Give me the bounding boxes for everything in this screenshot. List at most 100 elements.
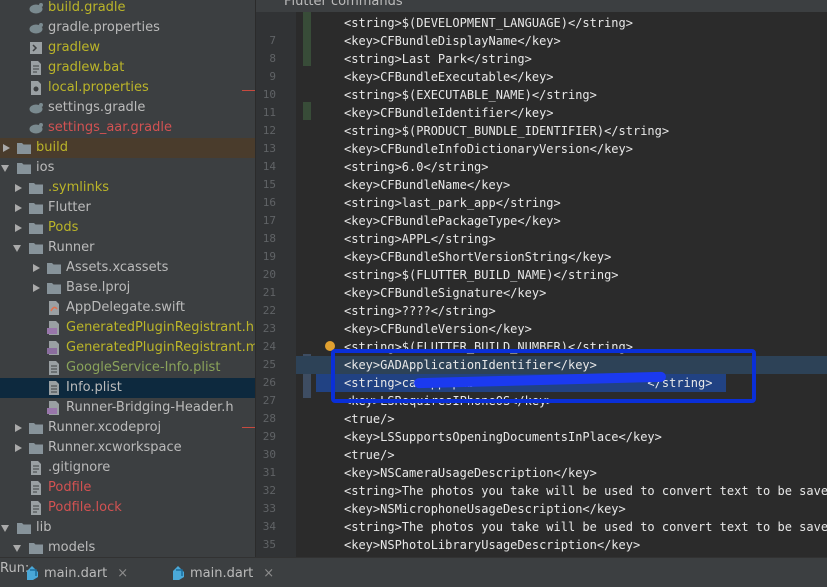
code-line[interactable]: <string>$(PRODUCT_BUNDLE_IDENTIFIER)</st… <box>344 122 669 140</box>
close-icon[interactable]: × <box>263 566 274 581</box>
code-line[interactable]: <key>LSSupportsOpeningDocumentsInPlace</… <box>344 428 662 446</box>
code-line[interactable]: <string>????</string> <box>344 302 496 320</box>
tree-item[interactable]: Podfile.lock <box>0 498 255 518</box>
code-line[interactable]: <key>CFBundleName</key> <box>344 176 510 194</box>
tree-item[interactable]: lib <box>0 518 255 538</box>
tree-item[interactable]: Runner <box>0 238 255 258</box>
chevron-down-icon[interactable] <box>12 242 24 254</box>
code-line[interactable]: <key>CFBundleExecutable</key> <box>344 68 554 86</box>
code-line[interactable]: <key>CFBundleIdentifier</key> <box>344 104 554 122</box>
run-tab-main-dart-1[interactable]: main.dart × <box>24 558 128 587</box>
tree-item[interactable]: Base.lproj <box>0 278 255 298</box>
code-line[interactable]: <string>$(FLUTTER_BUILD_NAME)</string> <box>344 266 619 284</box>
tree-item-label: gradlew <box>48 40 101 55</box>
chevron-right-icon[interactable] <box>12 422 24 434</box>
tree-item[interactable]: GeneratedPluginRegistrant.m <box>0 338 255 358</box>
code-line[interactable]: <string>The photos you take will be used… <box>344 518 827 536</box>
tree-item[interactable]: gradlew <box>0 38 255 58</box>
change-marker <box>242 427 255 428</box>
code-line[interactable]: <string>last_park_app</string> <box>344 194 561 212</box>
vcs-change-marker <box>303 12 311 66</box>
tree-item[interactable]: local.properties <box>0 78 255 98</box>
tree-item[interactable]: Pods <box>0 218 255 238</box>
text-file-icon <box>28 461 44 475</box>
code-line[interactable]: <key>CFBundleVersion</key> <box>344 320 532 338</box>
code-line[interactable]: <key>NSPhotoLibraryUsageDescription</key… <box>344 536 640 554</box>
code-editor[interactable]: Flutter commands 7 8 9 10 11 12 13 14 15 16 17 18 19… <box>256 0 827 557</box>
code-line[interactable]: <string>$(DEVELOPMENT_LANGUAGE)</string> <box>344 14 633 32</box>
chevron-down-icon[interactable] <box>0 522 12 534</box>
code-line[interactable]: <string>Last Park</string> <box>344 50 532 68</box>
code-line[interactable]: <string>6.0</string> <box>344 158 489 176</box>
run-tab-main-dart-2[interactable]: main.dart × <box>170 558 274 587</box>
run-tab-label: main.dart <box>190 565 254 581</box>
chevron-right-icon[interactable] <box>12 202 24 214</box>
close-icon[interactable]: × <box>117 566 128 581</box>
tree-item-label: Podfile <box>48 480 92 495</box>
line-number: 9 <box>269 70 276 83</box>
tree-item[interactable]: Runner.xcworkspace <box>0 438 255 458</box>
flutter-commands-label[interactable]: Flutter commands <box>284 0 403 9</box>
tree-item[interactable]: Runner.xcodeproj <box>0 418 255 438</box>
code-line[interactable]: <string>$(EXECUTABLE_NAME)</string> <box>344 86 597 104</box>
code-line[interactable]: <key>NSCameraUsageDescription</key> <box>344 464 597 482</box>
line-number: 18 <box>262 232 276 245</box>
tree-item[interactable]: settings.gradle <box>0 98 255 118</box>
tree-item[interactable]: GeneratedPluginRegistrant.h <box>0 318 255 338</box>
tree-item-label: settings_aar.gradle <box>48 120 172 135</box>
gradle-icon <box>28 101 44 115</box>
code-line[interactable]: <key>CFBundleDisplayName</key> <box>344 32 561 50</box>
tree-item[interactable]: Info.plist <box>0 378 255 398</box>
tree-item[interactable]: ios <box>0 158 255 178</box>
folder-icon <box>46 281 62 295</box>
code-line[interactable]: <string>APPL</string> <box>344 230 496 248</box>
tree-item[interactable]: GoogleService-Info.plist <box>0 358 255 378</box>
tree-item[interactable]: Assets.xcassets <box>0 258 255 278</box>
code-line[interactable]: <true/> <box>344 446 395 464</box>
tree-item-label: Runner.xcworkspace <box>48 440 182 455</box>
code-line[interactable]: <string>The photos you take will be used… <box>344 482 827 500</box>
tree-item[interactable]: .gitignore <box>0 458 255 478</box>
line-number: 11 <box>262 106 276 119</box>
tree-item[interactable]: gradle.properties <box>0 18 255 38</box>
chevron-right-icon[interactable] <box>0 142 12 154</box>
chevron-right-icon[interactable] <box>30 262 42 274</box>
tree-item[interactable]: build.gradle <box>0 0 255 18</box>
code-line[interactable]: <key>CFBundleShortVersionString</key> <box>344 248 611 266</box>
folder-icon <box>16 141 32 155</box>
code-line[interactable]: <key>CFBundlePackageType</key> <box>344 212 561 230</box>
code-line[interactable]: <true/> <box>344 410 395 428</box>
chevron-right-icon[interactable] <box>12 442 24 454</box>
tree-item[interactable]: models <box>0 538 255 557</box>
tree-item[interactable]: settings_aar.gradle <box>0 118 255 138</box>
tree-item-label: models <box>48 540 96 555</box>
tree-item[interactable]: build <box>0 138 255 158</box>
chevron-right-icon[interactable] <box>12 222 24 234</box>
tree-item[interactable]: gradlew.bat <box>0 58 255 78</box>
folder-icon <box>16 521 32 535</box>
chevron-down-icon[interactable] <box>12 542 24 554</box>
code-line[interactable]: <key>CFBundleSignature</key> <box>344 284 546 302</box>
header-file-icon <box>46 321 62 335</box>
tree-item[interactable]: Flutter <box>0 198 255 218</box>
chevron-right-icon[interactable] <box>12 182 24 194</box>
tree-item[interactable]: .symlinks <box>0 178 255 198</box>
line-number: 8 <box>269 52 276 65</box>
code-line[interactable]: <key>CFBundleInfoDictionaryVersion</key> <box>344 140 633 158</box>
chevron-down-icon[interactable] <box>0 162 12 174</box>
code-line[interactable]: <key>NSMicrophoneUsageDescription</key> <box>344 500 626 518</box>
tree-item[interactable]: Podfile <box>0 478 255 498</box>
tree-item[interactable]: AppDelegate.swift <box>0 298 255 318</box>
dart-icon <box>173 566 184 580</box>
line-number: 33 <box>262 502 276 515</box>
tree-item[interactable]: Runner-Bridging-Header.h <box>0 398 255 418</box>
chevron-right-icon[interactable] <box>30 282 42 294</box>
